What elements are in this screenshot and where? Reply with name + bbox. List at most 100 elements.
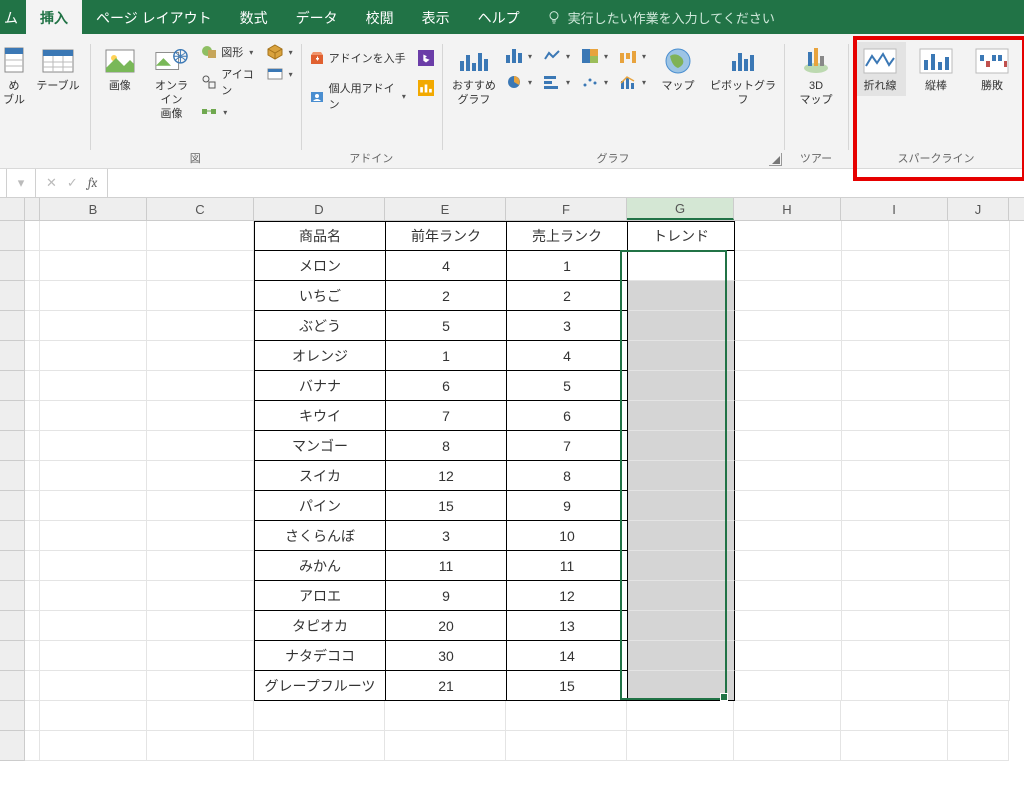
col-header[interactable]: I	[841, 198, 948, 220]
people-graph-addin[interactable]	[416, 78, 436, 98]
cell[interactable]	[628, 611, 735, 641]
cell[interactable]	[735, 401, 842, 431]
cell[interactable]	[949, 521, 1010, 551]
row-header[interactable]	[0, 491, 25, 521]
cell[interactable]: アロエ	[254, 581, 386, 611]
cell[interactable]: 15	[386, 491, 507, 521]
cell[interactable]	[735, 491, 842, 521]
cell[interactable]: 13	[507, 611, 628, 641]
cell[interactable]: 9	[507, 491, 628, 521]
cell[interactable]	[25, 431, 40, 461]
cell[interactable]	[25, 491, 40, 521]
tab-page-layout[interactable]: ページ レイアウト	[82, 0, 226, 34]
cell[interactable]	[735, 581, 842, 611]
cell[interactable]	[841, 731, 948, 761]
cell[interactable]: バナナ	[254, 371, 386, 401]
worksheet[interactable]: B C D E F G H I J 商品名前年ランク売上ランクトレンドメロン41…	[0, 198, 1024, 805]
cell[interactable]	[628, 461, 735, 491]
cell[interactable]	[842, 461, 949, 491]
cell[interactable]: 前年ランク	[386, 221, 507, 251]
cell[interactable]	[147, 311, 254, 341]
cell[interactable]	[25, 671, 40, 701]
tab-home-partial[interactable]: ム	[0, 0, 26, 34]
cell[interactable]	[385, 731, 506, 761]
cell[interactable]	[147, 341, 254, 371]
recommended-charts-button[interactable]: おすすめ グラフ	[448, 42, 500, 110]
cell[interactable]	[147, 251, 254, 281]
cell[interactable]	[147, 461, 254, 491]
cell[interactable]	[949, 551, 1010, 581]
my-addins-button[interactable]: 個人用アドイン▾	[307, 78, 408, 114]
select-all-corner[interactable]	[0, 198, 25, 220]
cell[interactable]	[735, 671, 842, 701]
col-header[interactable]: G	[627, 198, 734, 220]
cell[interactable]: スイカ	[254, 461, 386, 491]
combo-chart-button[interactable]: ▾	[618, 72, 648, 92]
cell[interactable]: 15	[507, 671, 628, 701]
cell[interactable]: 2	[507, 281, 628, 311]
bing-maps-addin[interactable]	[416, 48, 436, 68]
cell[interactable]: 売上ランク	[507, 221, 628, 251]
cell[interactable]	[628, 641, 735, 671]
cell[interactable]	[949, 401, 1010, 431]
cell[interactable]	[948, 701, 1009, 731]
cell[interactable]	[506, 731, 627, 761]
cell[interactable]	[25, 221, 40, 251]
cell[interactable]	[506, 701, 627, 731]
maps-button[interactable]: マップ	[652, 42, 704, 96]
pie-chart-button[interactable]: ▾	[504, 72, 534, 92]
cell[interactable]: 4	[507, 341, 628, 371]
cell[interactable]	[735, 461, 842, 491]
cell[interactable]	[948, 731, 1009, 761]
tab-view[interactable]: 表示	[408, 0, 464, 34]
cell[interactable]	[628, 371, 735, 401]
cell[interactable]	[25, 311, 40, 341]
cell[interactable]: ナタデココ	[254, 641, 386, 671]
col-header[interactable]: B	[40, 198, 147, 220]
cell[interactable]: 5	[507, 371, 628, 401]
col-header[interactable]: E	[385, 198, 506, 220]
cell[interactable]	[949, 641, 1010, 671]
tell-me[interactable]: 実行したい作業を入力してください	[534, 0, 787, 34]
cell[interactable]: マンゴー	[254, 431, 386, 461]
row-header[interactable]	[0, 401, 25, 431]
cell[interactable]	[40, 641, 147, 671]
cell[interactable]: 8	[386, 431, 507, 461]
cell[interactable]: キウイ	[254, 401, 386, 431]
cell[interactable]: 6	[507, 401, 628, 431]
cell[interactable]	[735, 521, 842, 551]
row-header[interactable]	[0, 371, 25, 401]
cell[interactable]	[40, 551, 147, 581]
hierarchy-chart-button[interactable]: ▾	[580, 46, 610, 66]
row-header[interactable]	[0, 251, 25, 281]
cell[interactable]	[842, 221, 949, 251]
pivot-chart-button[interactable]: ピボットグラフ	[708, 42, 778, 110]
cell[interactable]: 8	[507, 461, 628, 491]
cell[interactable]: 5	[386, 311, 507, 341]
tab-formulas[interactable]: 数式	[226, 0, 282, 34]
cell[interactable]	[147, 401, 254, 431]
cell[interactable]	[842, 251, 949, 281]
row-header[interactable]	[0, 461, 25, 491]
cell[interactable]: トレンド	[628, 221, 735, 251]
col-header[interactable]: C	[147, 198, 254, 220]
bar-chart-button[interactable]: ▾	[542, 72, 572, 92]
cell[interactable]	[949, 251, 1010, 281]
cell[interactable]	[842, 371, 949, 401]
cell[interactable]	[949, 671, 1010, 701]
cell[interactable]	[40, 581, 147, 611]
cell[interactable]	[147, 731, 254, 761]
row-header[interactable]	[0, 521, 25, 551]
cell[interactable]: 7	[386, 401, 507, 431]
cell[interactable]	[734, 731, 841, 761]
cell[interactable]	[147, 371, 254, 401]
cell[interactable]: グレープフルーツ	[254, 671, 386, 701]
cell[interactable]	[735, 431, 842, 461]
cell[interactable]	[842, 581, 949, 611]
cell[interactable]	[842, 521, 949, 551]
cell[interactable]	[147, 431, 254, 461]
cell[interactable]: オレンジ	[254, 341, 386, 371]
cell[interactable]	[25, 701, 40, 731]
cell[interactable]	[627, 701, 734, 731]
cell[interactable]	[949, 371, 1010, 401]
